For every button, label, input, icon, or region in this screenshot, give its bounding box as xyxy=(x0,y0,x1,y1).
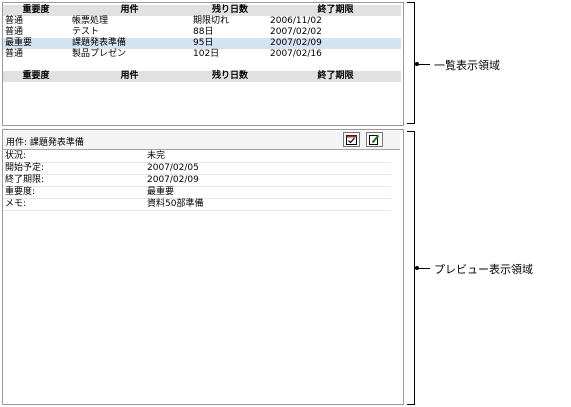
complete-button[interactable] xyxy=(343,132,360,147)
cell-priority: 普通 xyxy=(5,49,24,59)
cell-due: 2006/11/02 xyxy=(270,16,322,26)
field-label: 重要度: xyxy=(5,187,36,197)
cell-task: テスト xyxy=(72,27,100,37)
cell-remaining: 102日 xyxy=(193,49,220,59)
cell-priority: 最重要 xyxy=(5,38,33,48)
column-header-due[interactable]: 終了期限 xyxy=(270,5,401,16)
column-header-remaining: 残り日数 xyxy=(211,71,248,81)
preview-title: 用件: 課題発表準備 xyxy=(6,138,84,148)
cell-task: 帳票処理 xyxy=(72,16,109,26)
cell-task: 課題発表準備 xyxy=(72,38,127,48)
preview-field-start: 開始予定: 2007/02/05 xyxy=(3,163,391,175)
cell-due: 2007/02/02 xyxy=(270,27,322,37)
edit-note-icon xyxy=(369,134,380,145)
list-header-row: 重要度 用件 残り日数 終了期限 xyxy=(3,5,401,16)
column-header-remaining[interactable]: 残り日数 xyxy=(190,5,270,16)
field-value: 未完 xyxy=(147,151,166,161)
preview-area-label: プレビュー表示領域 xyxy=(434,263,533,276)
field-value: 最重要 xyxy=(147,187,175,197)
cell-task: 製品プレゼン xyxy=(72,49,127,59)
field-label: メモ: xyxy=(5,199,27,209)
column-header-priority[interactable]: 重要度 xyxy=(3,5,69,16)
preview-field-due: 終了期限: 2007/02/09 xyxy=(3,175,391,187)
column-header-task[interactable]: 用件 xyxy=(69,5,190,16)
preview-field-memo: メモ: 資料50部準備 xyxy=(3,199,391,211)
edit-button[interactable] xyxy=(366,132,383,147)
field-label: 開始予定: xyxy=(5,163,45,173)
field-value: 2007/02/09 xyxy=(147,175,199,185)
calendar-check-icon xyxy=(346,135,357,145)
column-header-priority: 重要度 xyxy=(22,71,50,81)
cell-remaining: 期限切れ xyxy=(193,16,230,26)
preview-area-bracket xyxy=(407,131,415,405)
cell-priority: 普通 xyxy=(5,27,24,37)
field-label: 状況: xyxy=(5,151,27,161)
table-row[interactable]: 普通 テスト 88日 2007/02/02 xyxy=(3,27,401,38)
list-footer-header-row: 重要度 用件 残り日数 終了期限 xyxy=(3,71,401,82)
cell-remaining: 95日 xyxy=(193,38,214,48)
preview-title-bar: 用件: 課題発表準備 xyxy=(3,131,400,150)
field-value: 資料50部準備 xyxy=(147,199,204,209)
cell-priority: 普通 xyxy=(5,16,24,26)
list-area-label: 一覧表示領域 xyxy=(434,59,500,72)
field-label: 終了期限: xyxy=(5,175,45,185)
column-header-due: 終了期限 xyxy=(317,71,354,81)
table-row[interactable]: 普通 帳票処理 期限切れ 2006/11/02 xyxy=(3,16,401,27)
table-row-selected[interactable]: 最重要 課題発表準備 95日 2007/02/09 xyxy=(3,38,401,49)
preview-field-status: 状況: 未完 xyxy=(3,151,391,163)
cell-due: 2007/02/16 xyxy=(270,49,322,59)
cell-remaining: 88日 xyxy=(193,27,214,37)
preview-field-priority: 重要度: 最重要 xyxy=(3,187,391,199)
list-area-bracket xyxy=(407,2,415,124)
table-row[interactable]: 普通 製品プレゼン 102日 2007/02/16 xyxy=(3,49,401,60)
cell-due: 2007/02/09 xyxy=(270,38,322,48)
column-header-task: 用件 xyxy=(120,71,139,81)
field-value: 2007/02/05 xyxy=(147,163,199,173)
